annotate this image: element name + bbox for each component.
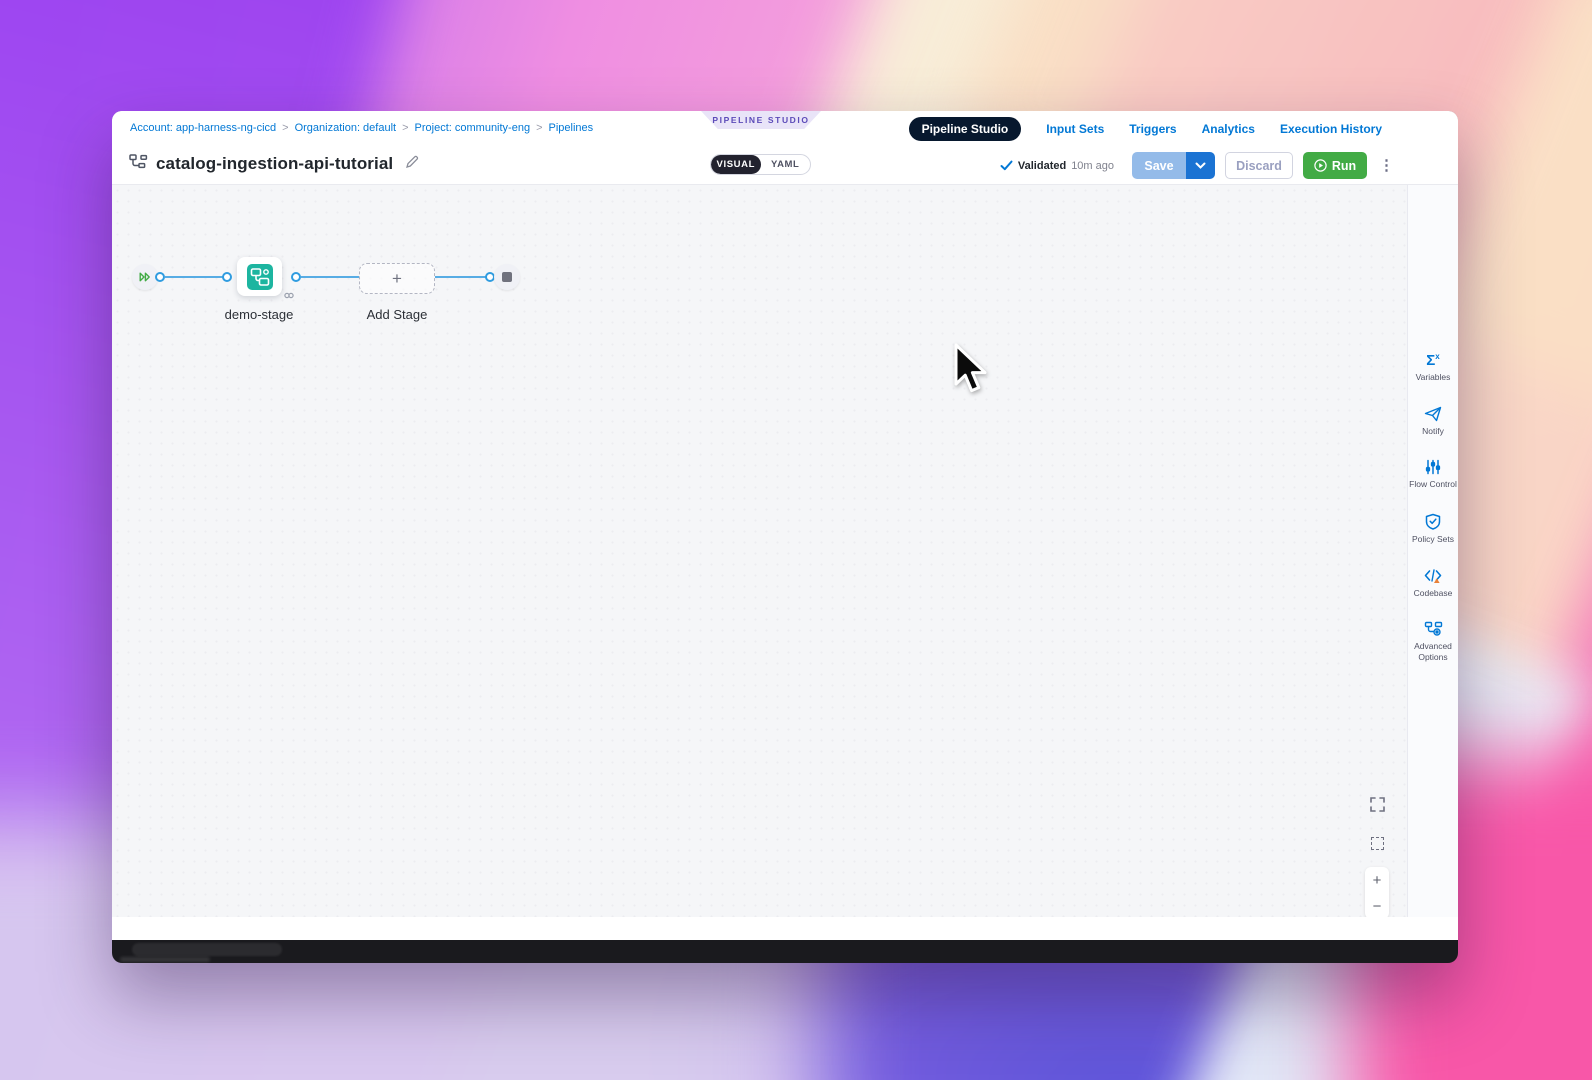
- rail-item-flow-control[interactable]: Flow Control: [1409, 459, 1457, 490]
- breadcrumb-separator: >: [536, 122, 542, 134]
- custom-stage-icon: [246, 263, 274, 291]
- save-dropdown-button[interactable]: [1186, 152, 1215, 179]
- more-options-icon[interactable]: ⋮: [1379, 158, 1394, 173]
- validation-status: Validated 10m ago: [1000, 160, 1114, 172]
- breadcrumb-pipelines[interactable]: Pipelines: [549, 122, 594, 134]
- pipeline-edge: [435, 276, 486, 278]
- stage-label: demo-stage: [209, 307, 309, 322]
- tab-analytics[interactable]: Analytics: [1202, 122, 1255, 136]
- studio-nav-tabs: Pipeline Studio Input Sets Triggers Anal…: [909, 117, 1382, 141]
- top-bar: Account: app-harness-ng-cicd > Organizat…: [112, 111, 1458, 145]
- pipeline-edge: [165, 276, 224, 278]
- breadcrumb-project[interactable]: Project: community-eng: [415, 122, 531, 134]
- mouse-cursor: [946, 341, 988, 397]
- shield-check-icon: [1425, 513, 1441, 530]
- connector-port[interactable]: [291, 272, 301, 282]
- plus-icon: +: [392, 269, 402, 289]
- run-button[interactable]: Run: [1303, 152, 1367, 179]
- discard-button[interactable]: Discard: [1225, 152, 1293, 179]
- pipeline-edge: [301, 276, 359, 278]
- save-split-button: Save: [1132, 152, 1215, 179]
- add-stage-button[interactable]: +: [359, 263, 435, 294]
- tab-pipeline-studio[interactable]: Pipeline Studio: [909, 117, 1022, 141]
- breadcrumb-separator: >: [402, 122, 408, 134]
- start-play-icon: [139, 272, 151, 282]
- stage-link-icon: [284, 286, 294, 304]
- rail-item-advanced-options[interactable]: Advanced Options: [1409, 621, 1457, 662]
- fit-to-screen-button[interactable]: [1364, 830, 1390, 856]
- breadcrumb-separator: >: [282, 122, 288, 134]
- stage-node-demo-stage[interactable]: [237, 257, 282, 296]
- tab-input-sets[interactable]: Input Sets: [1046, 122, 1104, 136]
- header-bar: catalog-ingestion-api-tutorial VISUAL YA…: [112, 145, 1458, 185]
- flowchart-gear-icon: [1424, 621, 1443, 637]
- pipeline-end-node[interactable]: [494, 264, 520, 290]
- toggle-yaml[interactable]: YAML: [761, 155, 811, 174]
- validated-time: 10m ago: [1071, 160, 1114, 172]
- breadcrumb-organization[interactable]: Organization: default: [295, 122, 397, 134]
- validated-label: Validated: [1018, 160, 1066, 172]
- visual-yaml-toggle: VISUAL YAML: [710, 154, 811, 175]
- fit-to-screen-icon: [1371, 837, 1384, 850]
- connector-port[interactable]: [222, 272, 232, 282]
- tab-triggers[interactable]: Triggers: [1129, 122, 1176, 136]
- save-button[interactable]: Save: [1132, 152, 1186, 179]
- chevron-down-icon: [1195, 162, 1206, 169]
- pipeline-studio-ribbon: PIPELINE STUDIO: [701, 111, 821, 129]
- toggle-visual[interactable]: VISUAL: [711, 155, 761, 174]
- run-play-icon: [1314, 159, 1327, 172]
- sliders-icon: [1425, 459, 1441, 475]
- check-icon: [1000, 160, 1013, 171]
- breadcrumb: Account: app-harness-ng-cicd > Organizat…: [130, 122, 593, 134]
- rail-item-codebase[interactable]: Codebase: [1409, 568, 1457, 599]
- add-stage-label: Add Stage: [347, 307, 447, 322]
- zoom-control-group: + −: [1365, 867, 1389, 917]
- header-actions: Validated 10m ago Save Discard Run ⋮: [1000, 152, 1394, 179]
- edit-title-icon[interactable]: [405, 155, 419, 174]
- zoom-in-button[interactable]: +: [1373, 873, 1382, 888]
- right-tool-rail: Σx Variables Notify Flow Control: [1407, 185, 1458, 917]
- pipeline-icon: [129, 154, 148, 174]
- rail-item-notify[interactable]: Notify: [1409, 406, 1457, 437]
- rail-item-policy-sets[interactable]: Policy Sets: [1409, 513, 1457, 545]
- pipeline-studio-window: Account: app-harness-ng-cicd > Organizat…: [112, 111, 1458, 963]
- fullscreen-button[interactable]: [1364, 791, 1390, 817]
- code-icon: [1424, 568, 1442, 584]
- connector-port[interactable]: [155, 272, 165, 282]
- breadcrumb-account[interactable]: Account: app-harness-ng-cicd: [130, 122, 276, 134]
- rail-item-variables[interactable]: Σx Variables: [1409, 353, 1457, 383]
- page-title: catalog-ingestion-api-tutorial: [156, 154, 393, 174]
- pipeline-canvas[interactable]: + demo-stage Add Stage + −: [112, 185, 1407, 917]
- sigma-x-icon: Σx: [1426, 353, 1439, 368]
- app-surface: Account: app-harness-ng-cicd > Organizat…: [112, 111, 1458, 940]
- stop-square-icon: [502, 272, 512, 282]
- zoom-out-button[interactable]: −: [1373, 899, 1382, 914]
- paper-plane-icon: [1424, 406, 1442, 422]
- tab-execution-history[interactable]: Execution History: [1280, 122, 1382, 136]
- fullscreen-icon: [1370, 797, 1385, 812]
